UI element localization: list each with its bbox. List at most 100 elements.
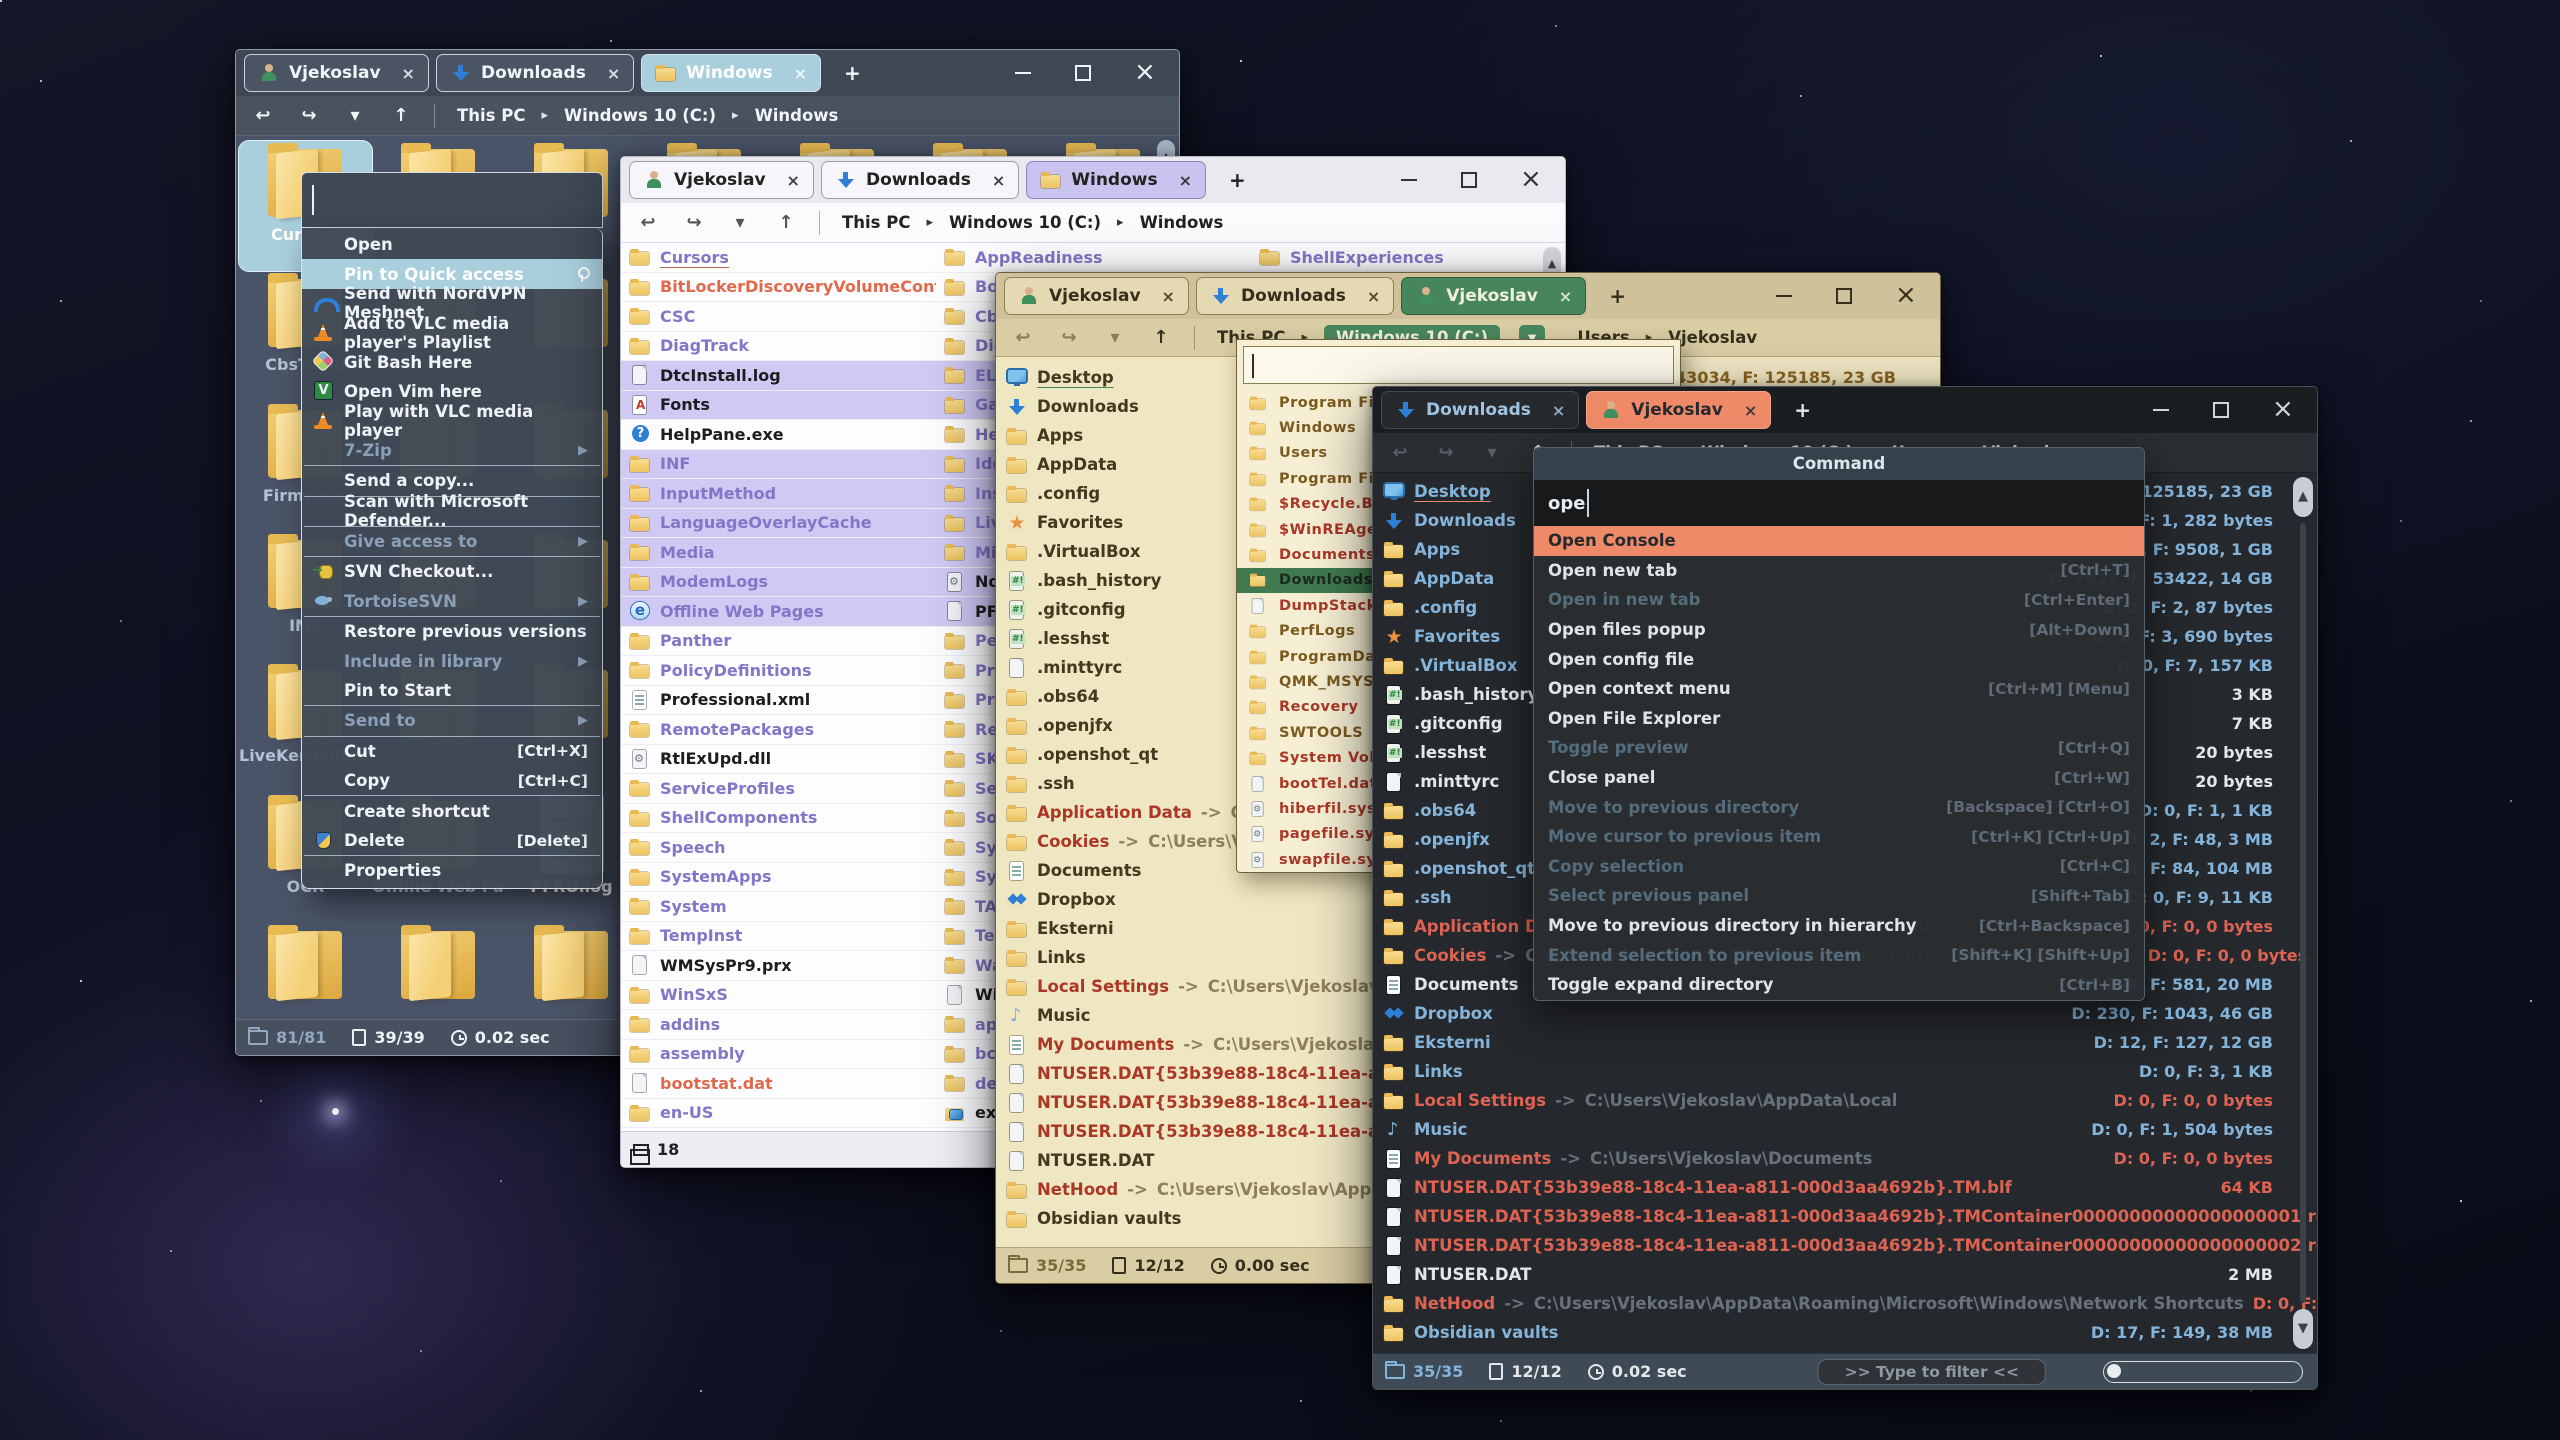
- command-item[interactable]: Open in new tab[Ctrl+Enter]: [1534, 585, 2144, 615]
- file-row[interactable]: en-US: [621, 1099, 936, 1129]
- menu-item[interactable]: Cut[Ctrl+X]: [302, 737, 602, 766]
- file-row[interactable]: InputMethod: [621, 479, 936, 509]
- minimize-button[interactable]: [1399, 170, 1419, 190]
- breadcrumb[interactable]: This PC▸Windows 10 (C:)▸Windows: [457, 106, 838, 125]
- tab-close-icon[interactable]: ×: [402, 64, 415, 83]
- close-button[interactable]: [1894, 286, 1914, 306]
- file-row[interactable]: AppReadiness: [936, 243, 1251, 273]
- breadcrumb-item[interactable]: Windows: [755, 106, 839, 125]
- breadcrumb-item[interactable]: Windows 10 (C:): [564, 106, 716, 125]
- menu-item[interactable]: Play with VLC media player: [302, 406, 602, 435]
- file-row[interactable]: MusicD: 0, F: 1, 504 bytes: [1373, 1115, 2317, 1144]
- menu-item[interactable]: Give access to▶: [302, 527, 602, 556]
- breadcrumb-item[interactable]: Windows 10 (C:): [949, 213, 1101, 232]
- file-row[interactable]: WinSxS: [621, 981, 936, 1011]
- menu-item[interactable]: TortoiseSVN▶: [302, 587, 602, 616]
- menu-item[interactable]: Properties: [302, 856, 602, 885]
- maximize-button[interactable]: [1459, 170, 1479, 190]
- context-menu-filter-input[interactable]: [301, 172, 603, 228]
- file-row[interactable]: SystemApps: [621, 863, 936, 893]
- file-row[interactable]: ShellComponents: [621, 804, 936, 834]
- file-row[interactable]: Cursors: [621, 243, 936, 273]
- menu-item[interactable]: Open: [302, 230, 602, 259]
- file-row[interactable]: NTUSER.DAT{53b39e88-18c4-11ea-a811-000d3…: [1373, 1231, 2317, 1260]
- grid-item[interactable]: [239, 923, 372, 1019]
- file-row[interactable]: bootstat.dat: [621, 1069, 936, 1099]
- tab-close-icon[interactable]: ×: [1367, 287, 1380, 306]
- tab-close-icon[interactable]: ×: [787, 171, 800, 190]
- file-row[interactable]: LinksD: 0, F: 3, 1 KB: [1373, 1057, 2317, 1086]
- file-row[interactable]: Offline Web Pages: [621, 597, 936, 627]
- tab-close-icon[interactable]: ×: [1744, 401, 1757, 420]
- file-row[interactable]: ServiceProfiles: [621, 774, 936, 804]
- file-row[interactable]: PolicyDefinitions: [621, 656, 936, 686]
- history-dropdown-button[interactable]: ▾: [1481, 442, 1503, 463]
- menu-item[interactable]: Send to▶: [302, 706, 602, 735]
- command-item[interactable]: Toggle preview[Ctrl+Q]: [1534, 733, 2144, 763]
- dropdown-filter-input[interactable]: [1243, 346, 1674, 384]
- tab-vjekoslav[interactable]: Vjekoslav×: [1586, 391, 1771, 429]
- command-item[interactable]: Copy selection[Ctrl+C]: [1534, 852, 2144, 882]
- command-item[interactable]: Select previous panel[Shift+Tab]: [1534, 881, 2144, 911]
- tab-close-icon[interactable]: ×: [1552, 401, 1565, 420]
- scrollbar[interactable]: ▲ ▼: [2293, 477, 2313, 1349]
- breadcrumb-item[interactable]: Windows: [1140, 213, 1224, 232]
- menu-item[interactable]: Include in library▶: [302, 646, 602, 675]
- breadcrumb-item[interactable]: This PC: [842, 213, 910, 232]
- breadcrumb-item[interactable]: This PC: [457, 106, 525, 125]
- back-button[interactable]: ↩: [1389, 442, 1411, 463]
- command-item[interactable]: Move to previous directory[Backspace] [C…: [1534, 792, 2144, 822]
- file-row[interactable]: ModemLogs: [621, 568, 936, 598]
- command-item[interactable]: Toggle expand directory[Ctrl+B]: [1534, 970, 2144, 1000]
- tab-close-icon[interactable]: ×: [607, 64, 620, 83]
- command-item[interactable]: Open Console: [1534, 526, 2144, 556]
- maximize-button[interactable]: [1834, 286, 1854, 306]
- file-row[interactable]: INF: [621, 450, 936, 480]
- breadcrumb[interactable]: This PC▸Windows 10 (C:)▸Windows: [842, 213, 1223, 232]
- menu-item[interactable]: Delete[Delete]: [302, 826, 602, 855]
- new-tab-button[interactable]: +: [1593, 284, 1642, 308]
- file-row[interactable]: RtlExUpd.dll: [621, 745, 936, 775]
- file-row[interactable]: Media: [621, 538, 936, 568]
- command-item[interactable]: Open config file: [1534, 644, 2144, 674]
- history-dropdown-button[interactable]: ▾: [344, 105, 366, 126]
- tab-close-icon[interactable]: ×: [992, 171, 1005, 190]
- file-row[interactable]: RemotePackages: [621, 715, 936, 745]
- file-row[interactable]: DropboxD: 230, F: 1043, 46 GB: [1373, 999, 2317, 1028]
- command-item[interactable]: Open new tab[Ctrl+T]: [1534, 556, 2144, 586]
- new-tab-button[interactable]: +: [1778, 398, 1827, 422]
- forward-button[interactable]: ↪: [298, 105, 320, 126]
- file-row[interactable]: CSC: [621, 302, 936, 332]
- command-item[interactable]: Open files popup[Alt+Down]: [1534, 615, 2144, 645]
- file-row[interactable]: NTUSER.DAT{53b39e88-18c4-11ea-a811-000d3…: [1373, 1202, 2317, 1231]
- tab-close-icon[interactable]: ×: [1559, 287, 1572, 306]
- maximize-button[interactable]: [2211, 400, 2231, 420]
- type-to-filter-hint[interactable]: >> Type to filter <<: [1818, 1359, 2046, 1385]
- menu-item[interactable]: Copy[Ctrl+C]: [302, 766, 602, 795]
- menu-item[interactable]: Pin to Start: [302, 676, 602, 705]
- command-palette-input[interactable]: ope: [1534, 480, 2144, 526]
- tab-vjekoslav[interactable]: Vjekoslav×: [1401, 277, 1586, 315]
- menu-item[interactable]: SVN Checkout...: [302, 557, 602, 586]
- menu-item[interactable]: Scan with Microsoft Defender...: [302, 497, 602, 526]
- command-item[interactable]: Open context menu[Ctrl+M] [Menu]: [1534, 674, 2144, 704]
- file-row[interactable]: Fonts: [621, 391, 936, 421]
- file-row[interactable]: LanguageOverlayCache: [621, 509, 936, 539]
- file-row[interactable]: Professional.xml: [621, 686, 936, 716]
- menu-item[interactable]: Create shortcut: [302, 796, 602, 825]
- file-row[interactable]: NetHood->C:\Users\Vjekoslav\AppData\Roam…: [1373, 1289, 2317, 1318]
- new-tab-button[interactable]: +: [828, 61, 877, 85]
- file-row[interactable]: Panther: [621, 627, 936, 657]
- menu-item[interactable]: Restore previous versions: [302, 617, 602, 646]
- tab-downloads[interactable]: Downloads×: [1381, 391, 1579, 429]
- minimize-button[interactable]: [1774, 286, 1794, 306]
- file-row[interactable]: addins: [621, 1010, 936, 1040]
- up-button[interactable]: ↑: [1150, 327, 1172, 348]
- file-row[interactable]: NTUSER.DAT{53b39e88-18c4-11ea-a811-000d3…: [1373, 1173, 2317, 1202]
- command-item[interactable]: Move cursor to previous item[Ctrl+K] [Ct…: [1534, 822, 2144, 852]
- tab-close-icon[interactable]: ×: [1179, 171, 1192, 190]
- tab-vjekoslav[interactable]: Vjekoslav×: [629, 161, 814, 199]
- forward-button[interactable]: ↪: [683, 212, 705, 233]
- file-row[interactable]: EksterniD: 12, F: 127, 12 GB: [1373, 1028, 2317, 1057]
- file-row[interactable]: Local Settings->C:\Users\Vjekoslav\AppDa…: [1373, 1086, 2317, 1115]
